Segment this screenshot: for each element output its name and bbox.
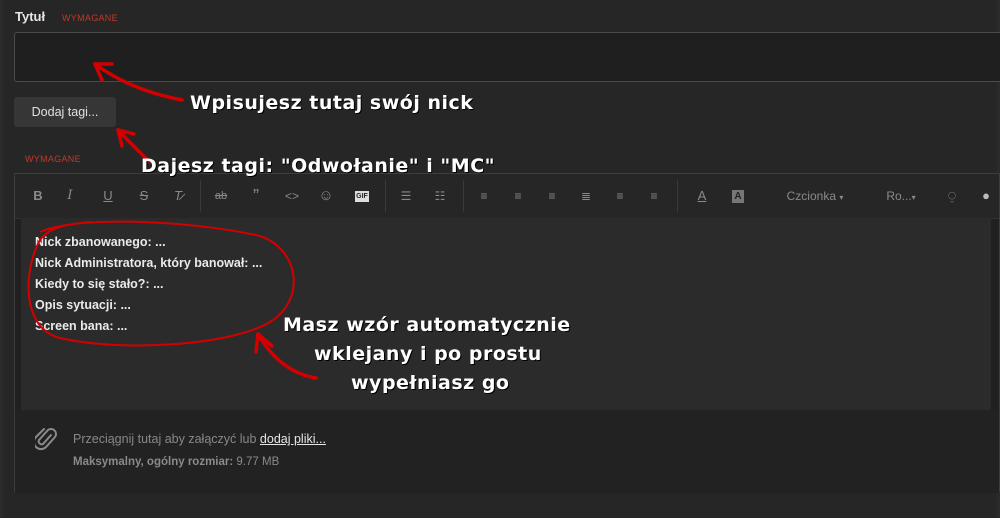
annotation-template-3: wypełniasz go (351, 372, 510, 394)
arrow-to-title (93, 62, 184, 102)
template-circle (27, 220, 295, 347)
annotation-template-1: Masz wzór automatycznie (283, 314, 571, 336)
annotation-nick: Wpisujesz tutaj swój nick (190, 92, 474, 114)
annotation-overlay (27, 62, 318, 380)
annotation-tags: Dajesz tagi: "Odwołanie" i "MC" (141, 155, 496, 177)
annotation-template-2: wklejany i po prostu (314, 343, 542, 365)
